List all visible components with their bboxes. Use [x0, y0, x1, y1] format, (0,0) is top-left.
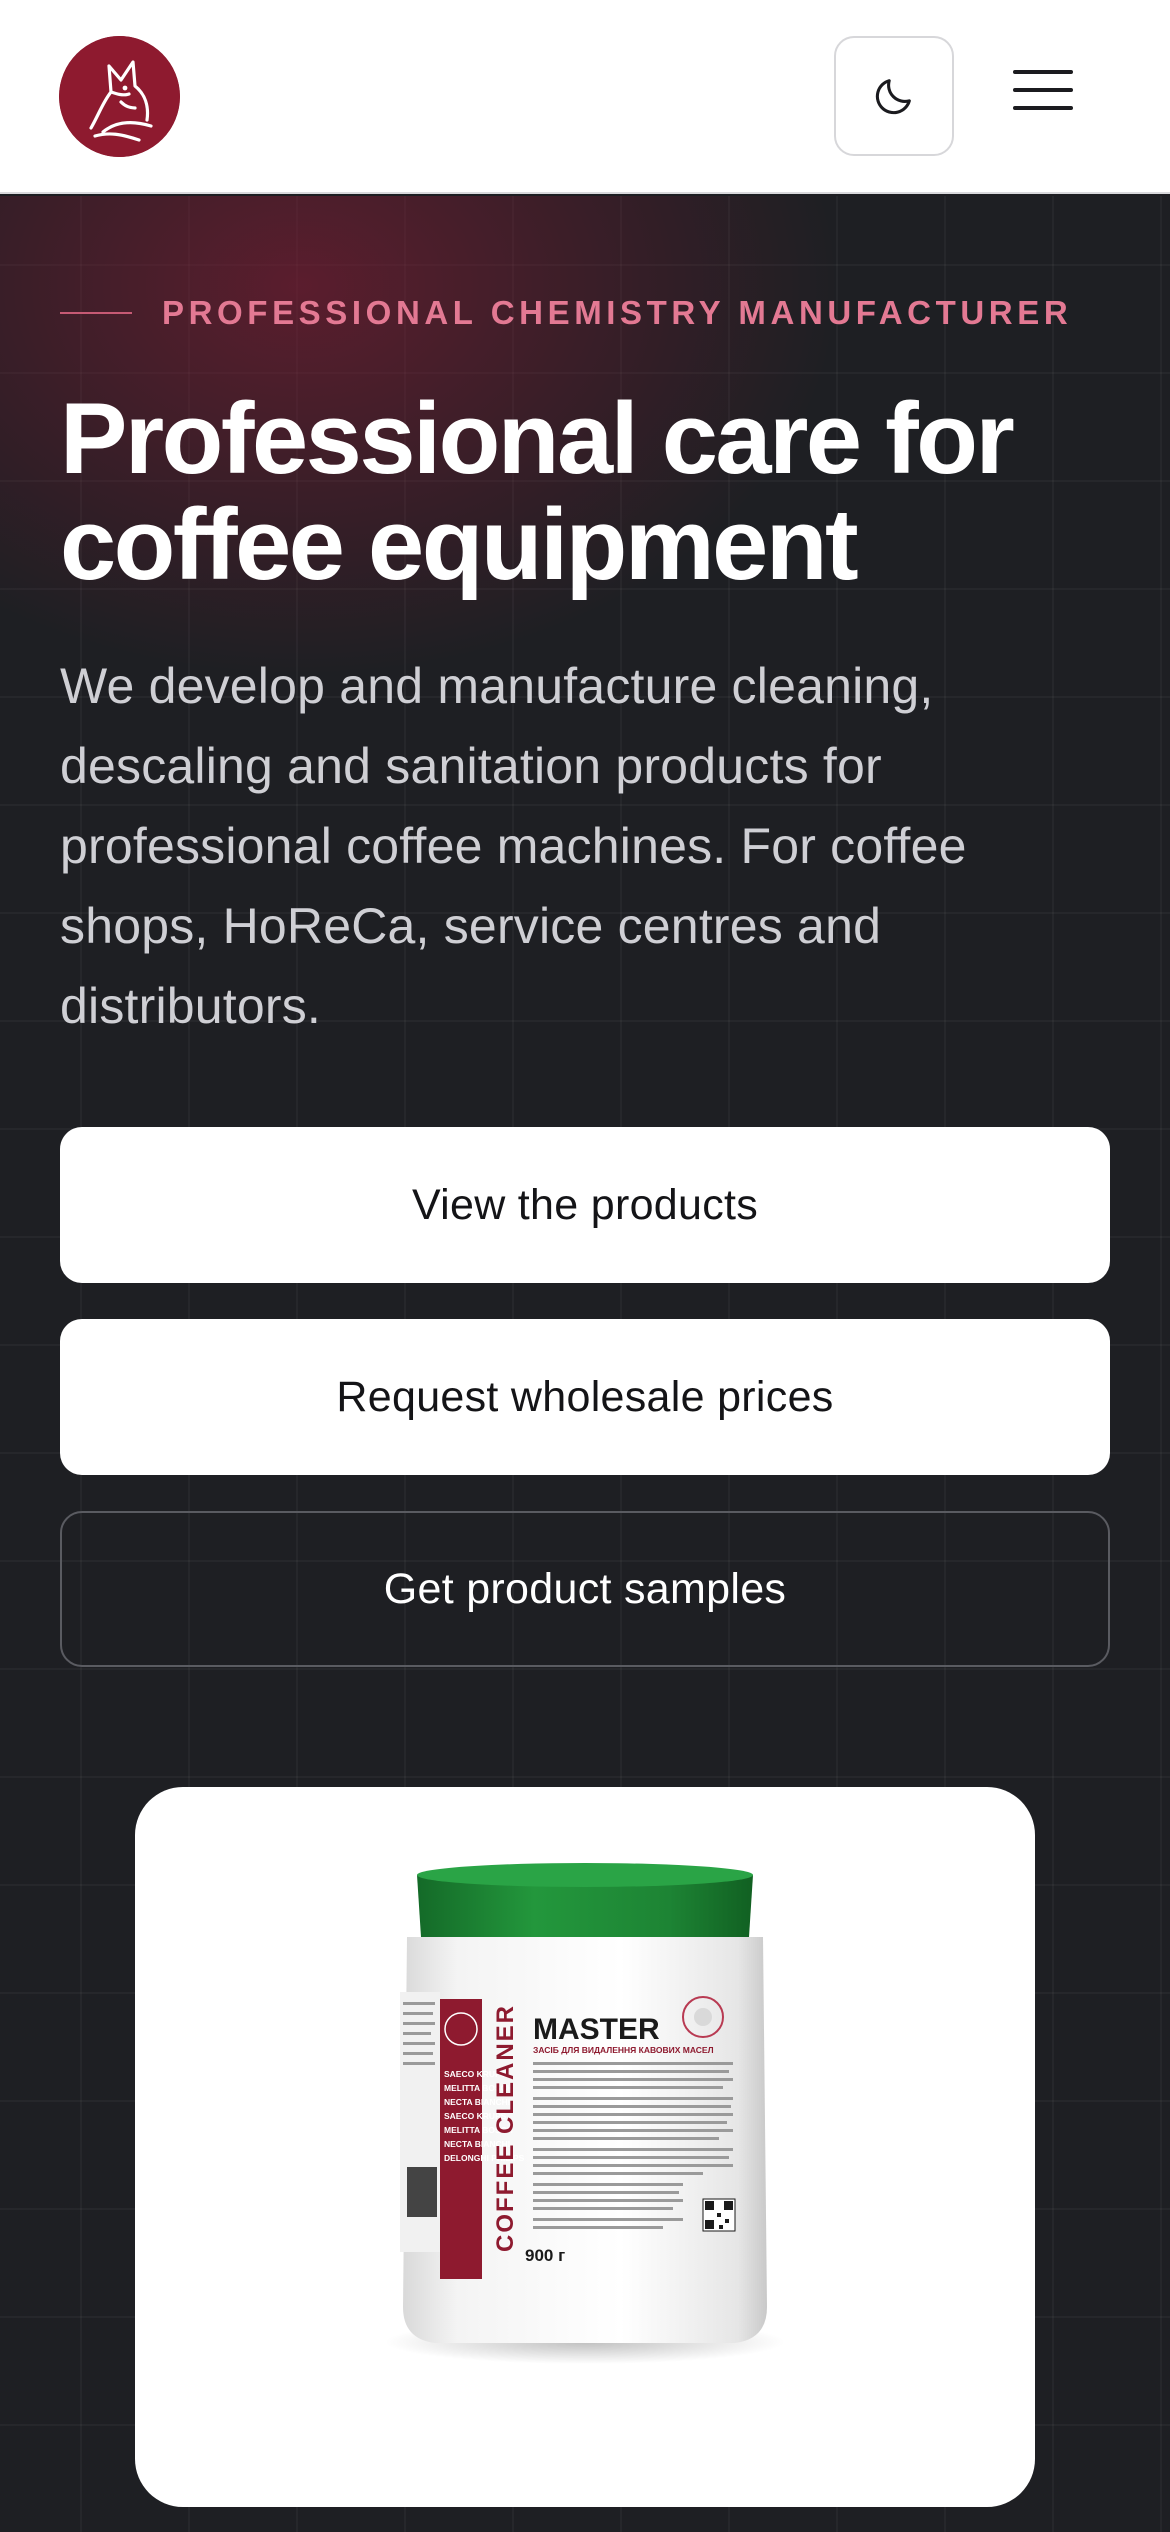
get-samples-button[interactable]: Get product samples	[60, 1511, 1110, 1667]
qr-code-icon	[702, 2198, 736, 2232]
eyebrow-divider	[60, 312, 132, 314]
product-subtitle: ЗАСІБ ДЛЯ ВИДАЛЕННЯ КАВОВИХ МАСЕЛ	[533, 2045, 714, 2055]
site-header	[0, 0, 1170, 194]
product-side-label: COFFEE CLEANER	[492, 2004, 519, 2252]
hero-title-line-1: Professional care for	[60, 383, 1015, 495]
product-weight: 900 г	[525, 2246, 565, 2265]
hero-eyebrow: PROFESSIONAL CHEMISTRY MANUFACTURER	[60, 294, 1072, 332]
hero-section: PROFESSIONAL CHEMISTRY MANUFACTURER Prof…	[0, 196, 1170, 2532]
hero-title: Professional care for coffee equipment	[60, 386, 1120, 598]
view-products-button[interactable]: View the products	[60, 1127, 1110, 1283]
product-image-card[interactable]: SAECO KRUPS MELITTA BOSCH NECTA BIANCHI …	[135, 1787, 1035, 2507]
product-brand: MASTER	[533, 2013, 660, 2046]
hero-description: We develop and manufacture cleaning, des…	[60, 658, 967, 1034]
coffee-cleaner-jar-image: SAECO KRUPS MELITTA BOSCH NECTA BIANCHI …	[385, 1863, 785, 2364]
hero-title-line-2: coffee equipment	[60, 489, 859, 601]
theme-toggle-button[interactable]	[834, 36, 954, 156]
request-wholesale-button[interactable]: Request wholesale prices	[60, 1319, 1110, 1475]
eyebrow-text: PROFESSIONAL CHEMISTRY MANUFACTURER	[162, 294, 1073, 331]
moon-icon	[875, 79, 911, 115]
fox-logo-icon[interactable]	[59, 36, 180, 157]
hamburger-menu-icon[interactable]	[1005, 60, 1077, 120]
